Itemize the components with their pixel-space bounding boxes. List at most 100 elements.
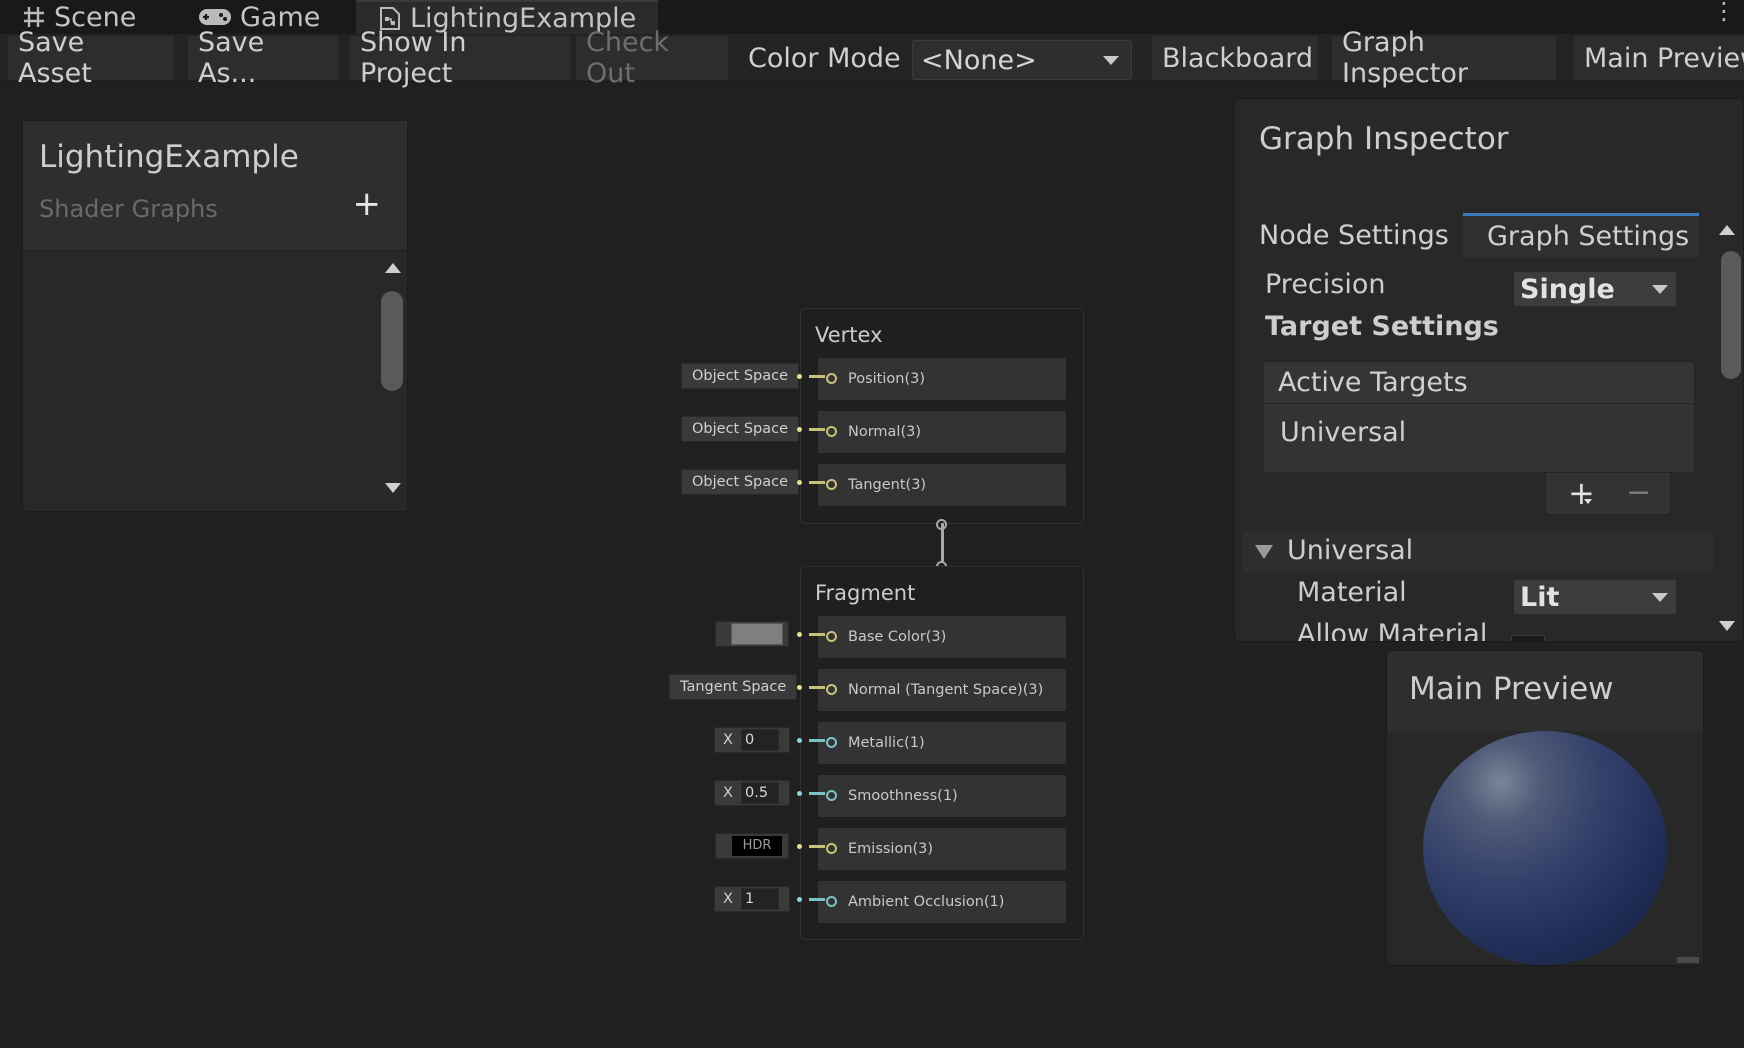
metallic-value[interactable]: 0 bbox=[741, 729, 779, 751]
scroll-up-icon[interactable] bbox=[1719, 225, 1735, 235]
port-connector[interactable] bbox=[826, 790, 837, 801]
fragment-port-emission[interactable]: Emission(3) bbox=[818, 828, 1066, 870]
show-in-project-button[interactable]: Show In Project bbox=[350, 27, 570, 89]
graph-inspector-toggle-button[interactable]: Graph Inspector bbox=[1332, 27, 1556, 89]
port-wire bbox=[809, 898, 825, 901]
fragment-stack[interactable]: Fragment Base Color(3) Normal (Tangent S… bbox=[800, 566, 1084, 940]
precision-dropdown[interactable]: Single bbox=[1513, 271, 1677, 307]
main-preview-title: Main Preview bbox=[1409, 671, 1614, 707]
port-wire bbox=[809, 686, 825, 689]
save-as-button[interactable]: Save As... bbox=[188, 27, 338, 89]
port-wire bbox=[809, 845, 825, 848]
resize-handle[interactable] bbox=[1677, 957, 1699, 963]
port-wire bbox=[809, 375, 825, 378]
blackboard-scrollbar[interactable] bbox=[377, 251, 407, 511]
fragment-port-normal-tangent[interactable]: Normal (Tangent Space)(3) bbox=[818, 669, 1066, 711]
more-options-icon[interactable]: ⋮ bbox=[1712, 0, 1736, 23]
port-wire bbox=[809, 739, 825, 742]
foldout-triangle-icon[interactable] bbox=[1255, 545, 1273, 559]
color-mode-label: Color Mode bbox=[748, 42, 901, 74]
scroll-down-icon[interactable] bbox=[385, 483, 401, 493]
main-preview-panel: Main Preview bbox=[1386, 650, 1704, 966]
material-dropdown[interactable]: Lit bbox=[1513, 579, 1677, 615]
ambient-occlusion-value-input[interactable]: X 1 bbox=[714, 886, 790, 912]
color-mode-value: <None> bbox=[921, 44, 1037, 76]
vertex-port-normal[interactable]: Normal(3) bbox=[818, 411, 1066, 453]
color-mode-dropdown[interactable]: <None> bbox=[912, 40, 1132, 80]
port-connector[interactable] bbox=[826, 843, 837, 854]
graph-toolbar: Save Asset Save As... Show In Project Ch… bbox=[0, 27, 1744, 89]
material-label: Material bbox=[1297, 577, 1407, 608]
precision-value: Single bbox=[1520, 273, 1615, 305]
port-dot bbox=[797, 844, 802, 849]
ambient-occlusion-value[interactable]: 1 bbox=[741, 888, 779, 910]
active-target-item[interactable]: Universal bbox=[1264, 404, 1694, 462]
base-color-input[interactable] bbox=[715, 621, 789, 647]
remove-target-button[interactable]: − bbox=[1626, 473, 1651, 513]
scroll-down-icon[interactable] bbox=[1719, 621, 1735, 631]
chevron-down-icon bbox=[1652, 285, 1668, 294]
fragment-port-smoothness[interactable]: Smoothness(1) bbox=[818, 775, 1066, 817]
add-property-button[interactable]: + bbox=[353, 187, 382, 221]
color-swatch[interactable] bbox=[731, 623, 783, 645]
graph-inspector-title: Graph Inspector bbox=[1259, 121, 1509, 157]
port-dot bbox=[797, 632, 802, 637]
universal-section-label: Universal bbox=[1287, 535, 1414, 566]
port-wire bbox=[809, 792, 825, 795]
normal-space-input[interactable]: Object Space bbox=[681, 416, 800, 442]
tab-graph-settings[interactable]: Graph Settings bbox=[1463, 213, 1699, 257]
blackboard-panel: LightingExample Shader Graphs + bbox=[22, 120, 408, 512]
space-label: Object Space bbox=[692, 421, 789, 437]
active-targets-list: Active Targets Universal bbox=[1263, 361, 1695, 473]
tangent-space-input[interactable]: Object Space bbox=[681, 469, 800, 495]
port-connector[interactable] bbox=[826, 479, 837, 490]
tab-node-settings[interactable]: Node Settings bbox=[1235, 213, 1463, 257]
scrollbar-thumb[interactable] bbox=[1721, 251, 1741, 379]
blackboard-toggle-button[interactable]: Blackboard bbox=[1152, 36, 1318, 80]
vertex-port-position[interactable]: Position(3) bbox=[818, 358, 1066, 400]
port-label: Smoothness(1) bbox=[848, 788, 958, 804]
fragment-stack-title: Fragment bbox=[815, 581, 916, 605]
save-asset-button[interactable]: Save Asset bbox=[8, 27, 174, 89]
chevron-down-icon bbox=[1103, 56, 1119, 65]
space-label: Object Space bbox=[692, 474, 789, 490]
chevron-down-icon bbox=[1652, 593, 1668, 602]
port-connector[interactable] bbox=[826, 373, 837, 384]
scrollbar-thumb[interactable] bbox=[381, 291, 403, 391]
add-target-button[interactable]: + bbox=[1568, 473, 1595, 513]
port-connector[interactable] bbox=[826, 896, 837, 907]
graph-inspector-panel: Graph Inspector Node Settings Graph Sett… bbox=[1234, 98, 1744, 642]
port-dot bbox=[797, 427, 802, 432]
port-wire bbox=[809, 481, 825, 484]
port-connector[interactable] bbox=[826, 631, 837, 642]
port-connector[interactable] bbox=[826, 426, 837, 437]
preview-sphere[interactable] bbox=[1423, 731, 1667, 965]
metallic-value-input[interactable]: X 0 bbox=[714, 727, 790, 753]
target-list-controls: + − bbox=[1545, 473, 1671, 515]
port-dot bbox=[797, 374, 802, 379]
emission-hdr-input[interactable]: HDR bbox=[715, 833, 789, 859]
inspector-tabs: Node Settings Graph Settings bbox=[1235, 213, 1715, 257]
port-dot bbox=[797, 685, 802, 690]
main-preview-toggle-button[interactable]: Main Preview bbox=[1574, 36, 1744, 80]
fragment-port-metallic[interactable]: Metallic(1) bbox=[818, 722, 1066, 764]
scroll-up-icon[interactable] bbox=[385, 263, 401, 273]
normal-tangent-space-input[interactable]: Tangent Space bbox=[669, 674, 798, 700]
allow-material-toggle[interactable] bbox=[1511, 635, 1545, 641]
check-out-button: Check Out bbox=[576, 27, 728, 89]
fragment-port-base-color[interactable]: Base Color(3) bbox=[818, 616, 1066, 658]
port-connector[interactable] bbox=[826, 737, 837, 748]
fragment-port-ambient-occlusion[interactable]: Ambient Occlusion(1) bbox=[818, 881, 1066, 923]
position-space-input[interactable]: Object Space bbox=[681, 363, 800, 389]
smoothness-value-input[interactable]: X 0.5 bbox=[714, 780, 790, 806]
hdr-color-swatch[interactable]: HDR bbox=[731, 835, 783, 857]
material-value: Lit bbox=[1520, 581, 1560, 613]
port-label: Normal(3) bbox=[848, 424, 922, 440]
port-connector[interactable] bbox=[826, 684, 837, 695]
vertex-stack[interactable]: Vertex Position(3) Normal(3) Tangent(3) bbox=[800, 308, 1084, 524]
universal-foldout[interactable]: Universal bbox=[1243, 531, 1713, 573]
vertex-port-tangent[interactable]: Tangent(3) bbox=[818, 464, 1066, 506]
smoothness-value[interactable]: 0.5 bbox=[741, 782, 779, 804]
port-dot bbox=[797, 897, 802, 902]
x-label: X bbox=[723, 891, 733, 907]
